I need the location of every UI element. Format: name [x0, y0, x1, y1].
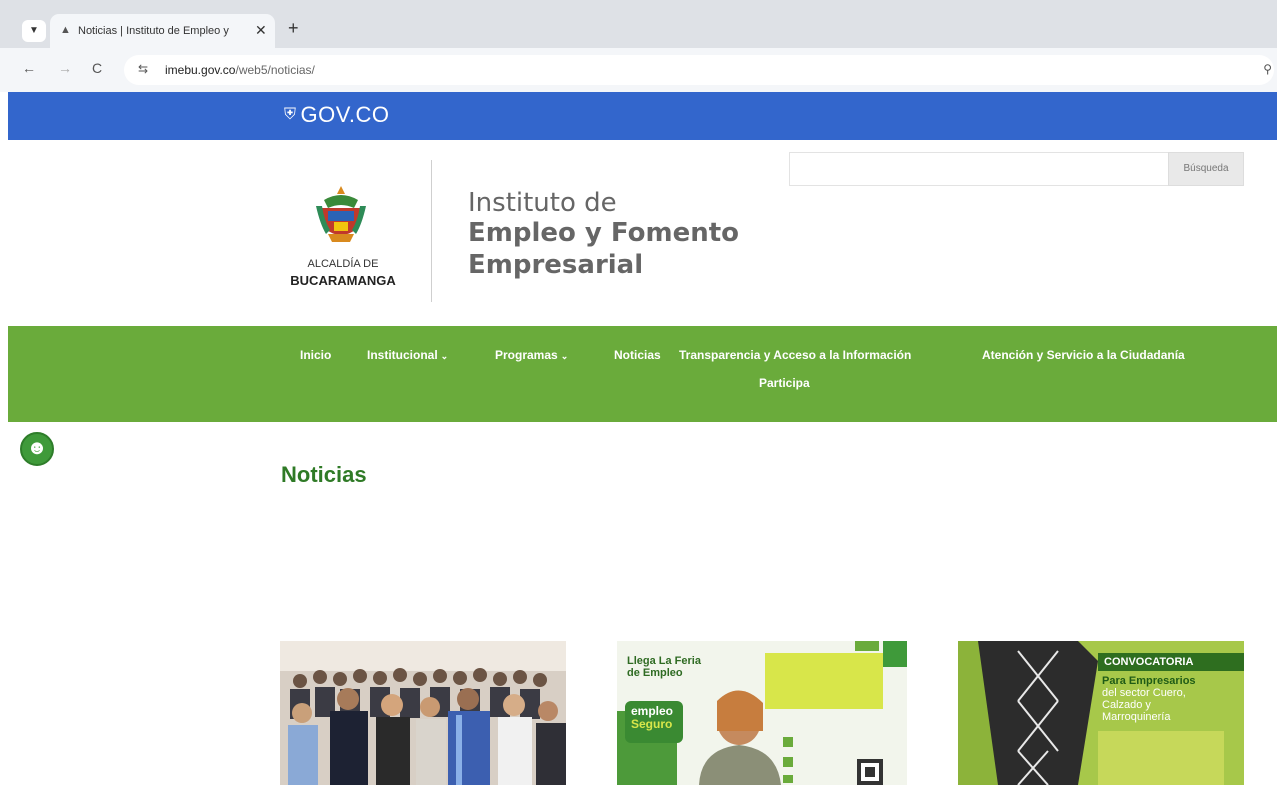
site-info-icon[interactable]: ⇆ [138, 62, 148, 76]
url-text: imebu.gov.co/web5/noticias/ [165, 63, 315, 77]
chevron-down-icon: ⌄ [560, 351, 569, 361]
zoom-icon[interactable]: ⚲ [1263, 62, 1272, 76]
search-button[interactable]: Búsqueda [1168, 152, 1244, 186]
nav-item-transparencia[interactable]: Transparencia y Acceso a la Información [679, 348, 911, 362]
page-title: Noticias [281, 462, 367, 487]
tab-title: Noticias | Instituto de Empleo y [78, 25, 229, 37]
nav-item-inicio[interactable]: Inicio [300, 348, 331, 362]
nav-item-participa[interactable]: Participa [759, 376, 810, 390]
nav-item-atencion[interactable]: Atención y Servicio a la Ciudadanía [982, 348, 1185, 362]
convocatoria-poster-image [958, 641, 1244, 785]
card-headline: Para Empresarios del sector Cuero, Calza… [1102, 675, 1196, 723]
browser-tab[interactable]: ▲ Noticias | Instituto de Empleo y ✕ [50, 14, 275, 48]
news-card[interactable]: CONVOCATORIA Para Empresarios del sector… [958, 641, 1244, 785]
institute-name-line3[interactable]: Empresarial [468, 250, 643, 280]
gov-logo[interactable]: ⛨ GOV.CO [284, 102, 390, 128]
convocatoria-banner: CONVOCATORIA [1104, 656, 1194, 668]
institute-name-line1[interactable]: Instituto de [468, 188, 617, 218]
address-bar-row: ← → C ⇆ imebu.gov.co/web5/noticias/ ⚲ [0, 48, 1277, 92]
news-card[interactable]: Llega La Feria de Empleo empleo Seguro [617, 641, 907, 785]
new-tab-button[interactable]: + [288, 18, 299, 38]
site-header: Búsqueda ALCALDÍA DE BUCARAMANGA Institu… [8, 140, 1277, 326]
search-input[interactable] [789, 152, 1169, 186]
shield-icon: ⛨ [284, 106, 297, 123]
close-icon[interactable]: ✕ [255, 22, 267, 38]
header-divider [431, 160, 432, 302]
coat-of-arms-icon [316, 186, 366, 242]
alcaldia-label: ALCALDÍA DE [307, 258, 379, 270]
browser-tab-bar: ▼ ▲ Noticias | Instituto de Empleo y ✕ + [0, 0, 1277, 48]
url-field[interactable]: ⇆ imebu.gov.co/web5/noticias/ ⚲ [124, 55, 1274, 85]
favicon-icon: ▲ [60, 24, 71, 36]
institute-name-line2[interactable]: Empleo y Fomento [468, 218, 739, 248]
nav-item-institucional[interactable]: Institucional ⌄ [367, 348, 448, 362]
city-label: BUCARAMANGA [290, 273, 396, 288]
nav-item-programas[interactable]: Programas ⌄ [495, 348, 568, 362]
group-photo-image [280, 641, 566, 785]
main-nav: Inicio Institucional ⌄ Programas ⌄ Noticia… [8, 326, 1277, 422]
forward-button[interactable]: → [58, 60, 72, 76]
news-card[interactable] [280, 641, 566, 785]
accessibility-button[interactable]: ☻ [20, 432, 54, 466]
accessibility-icon: ☻ [26, 437, 48, 459]
empleo-seguro-badge: empleo Seguro [631, 704, 674, 731]
nav-item-noticias[interactable]: Noticias [614, 348, 661, 362]
reload-button[interactable]: C [92, 60, 102, 76]
tab-search-button[interactable]: ▼ [22, 20, 46, 42]
chevron-down-icon: ⌄ [440, 351, 449, 361]
chevron-down-icon: ▼ [29, 25, 39, 36]
card-headline: Llega La Feria de Empleo [627, 655, 701, 679]
gov-bar: ⛨ GOV.CO [8, 92, 1277, 140]
back-button[interactable]: ← [22, 60, 36, 76]
